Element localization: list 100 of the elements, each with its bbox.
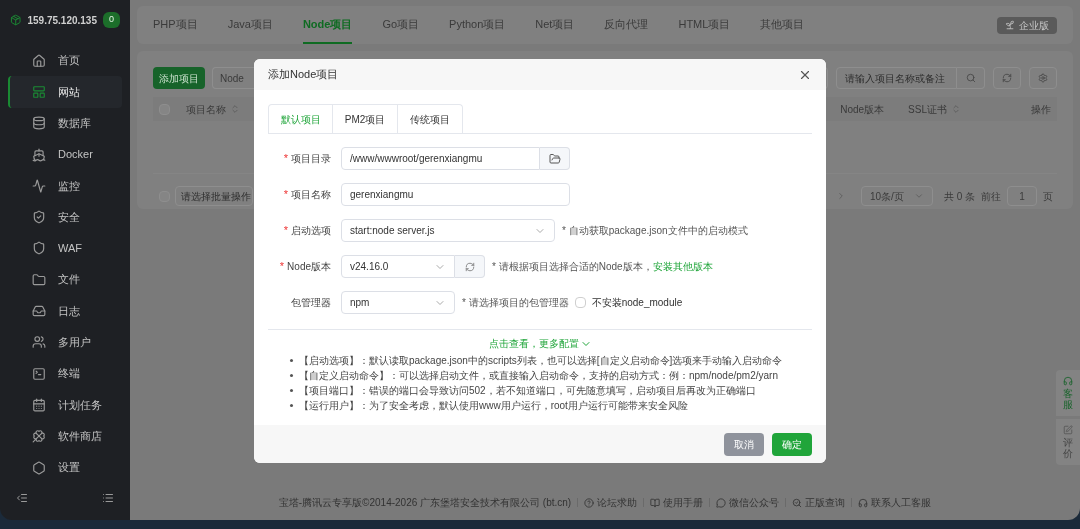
terminal-icon [32,366,46,381]
directory-field[interactable]: /www/wwwroot/gerenxiangmu [341,147,540,170]
enterprise-badge[interactable]: 企业版 [997,16,1057,34]
sidebar-item[interactable]: Docker [8,138,122,171]
install-versions-link[interactable]: 安装其他版本 [652,259,713,274]
field-label: 项目名称 [291,188,331,202]
edit-icon [1063,425,1073,435]
folder-icon [32,272,46,287]
version-select[interactable]: v24.16.0 [341,255,455,278]
copyright-text: 宝塔-腾讯云专享版©2014-2026 广东堡塔安全技术有限公司 (bt.cn) [278,496,572,510]
settings-icon [1038,73,1048,83]
project-type-tab[interactable]: Net项目 [535,6,575,44]
field-hint: * 请选择项目的包管理器 [462,296,569,310]
customer-service-tab[interactable]: 客服 [1056,370,1080,416]
search-check-icon [792,497,803,508]
project-type-tab[interactable]: HTML项目 [678,6,731,44]
project-type-tab[interactable]: Go项目 [382,6,420,44]
total-count: 共 0 条 [943,189,975,204]
project-type-tab[interactable]: Java项目 [227,6,273,44]
project-type-tab[interactable]: Python项目 [449,6,506,44]
logo-icon [10,12,22,28]
layout-icon [32,84,46,99]
activity-icon [32,178,46,193]
bullet-icon [290,359,293,362]
confirm-button[interactable]: 确定 [772,432,812,456]
search-button[interactable] [957,67,985,89]
bullet-icon [290,374,293,377]
project-type-tab[interactable]: 其他项目 [760,6,805,44]
footer-link[interactable]: 使用手册 [650,495,704,510]
required-mark: * [283,187,288,203]
project-type-tab[interactable]: 反向代理 [604,6,649,44]
column-header: Node版本 [840,102,885,117]
calendar-icon [32,397,46,412]
refresh-button[interactable] [993,67,1021,89]
sidebar-item[interactable]: 终端 [8,357,122,390]
startup-select[interactable]: start:node server.js [341,219,555,242]
users-icon [32,335,46,350]
more-config-link[interactable]: 点击查看，更多配置 [488,336,592,351]
sidebar-item[interactable]: 数据库 [8,107,122,139]
clover-icon [32,429,46,444]
goto-label: 前往 [981,189,1001,204]
shield-check-icon [32,210,46,225]
chevron-down-icon [913,191,924,201]
field-label: 启动选项 [291,224,331,238]
dialog-title: 添加Node项目 [268,67,339,83]
column-header: 项目名称 [186,102,226,117]
sidebar-item[interactable]: 软件商店 [8,420,122,452]
page-size-select[interactable]: 10条/页 [860,186,933,206]
package-manager-select[interactable]: npm [341,291,455,314]
field-hint: * 请根据项目选择合适的Node版本， [492,260,653,274]
collapse-icon[interactable] [16,492,28,504]
add-project-button[interactable]: 添加项目 [153,67,205,89]
database-icon [32,116,46,131]
refresh-icon [464,261,475,272]
refresh-icon [1002,73,1012,83]
notification-count[interactable]: 0 [103,12,120,28]
dialog-tab[interactable]: 默认项目 [268,104,333,133]
note-text: 【自定义启动命令】：可以选择启动文件，或直接输入启动命令，支持的启动方式：例：npm/node/pm2/yarn [299,369,778,382]
note-text: 【运行用户】：为了安全考虑，默认使用www用户运行，root用户运行可能带来安全风险 [299,399,688,412]
required-mark: * [283,151,288,167]
page-label: 页 [1043,189,1053,204]
sidebar-item[interactable]: 日志 [8,295,122,327]
bullet-icon [290,404,293,407]
headphones-icon [858,497,869,508]
footer-link[interactable]: 论坛求助 [584,495,638,510]
sidebar-item[interactable]: 计划任务 [8,389,122,421]
project-type-tab[interactable]: PHP项目 [153,6,198,44]
search-field[interactable]: 请输入项目名称或备注 [836,67,957,89]
page-field[interactable]: 1 [1007,186,1037,206]
sidebar-item[interactable]: 多用户 [8,326,122,358]
sidebar-item[interactable]: 文件 [8,264,122,296]
footer-link[interactable]: 微信公众号 [716,495,780,510]
footer-link[interactable]: 联系人工客服 [858,495,932,510]
browse-button[interactable] [540,147,570,170]
ship-icon [32,147,46,162]
dialog-tab[interactable]: PM2项目 [333,104,398,133]
hexagon-icon [32,460,46,475]
sidebar-item[interactable]: 网站 [8,76,122,108]
batch-select[interactable]: 请选择批量操作 [175,186,253,206]
name-field[interactable]: gerenxiangmu [341,183,570,206]
sidebar-item[interactable]: 安全 [8,201,122,233]
field-label: 包管理器 [291,296,331,310]
checkbox[interactable] [574,297,586,308]
note-text: 【项目端口】：错误的端口会导致访问502，若不知道端口，可先随意填写，启动项目后再改为正确端口 [299,384,756,397]
sidebar-item[interactable]: 监控 [8,170,122,202]
settings-button[interactable] [1029,67,1057,89]
list-icon[interactable] [102,492,114,504]
column-header: SSL证书 [908,102,947,117]
field-label: 项目目录 [291,152,331,166]
review-tab[interactable]: 评价 [1056,419,1080,465]
server-ip: 159.75.120.135 [27,13,97,28]
checkbox-label: 不安装node_module [591,296,683,310]
search-icon [965,73,976,83]
shield-icon [32,241,46,256]
cancel-button[interactable]: 取消 [724,432,764,456]
sidebar-item[interactable]: WAF [8,232,122,265]
chat-icon [716,497,727,508]
sidebar-item[interactable]: 首页 [8,45,122,77]
sidebar-item[interactable]: 设置 [8,451,122,484]
dialog-tab[interactable]: 传统项目 [398,104,463,133]
